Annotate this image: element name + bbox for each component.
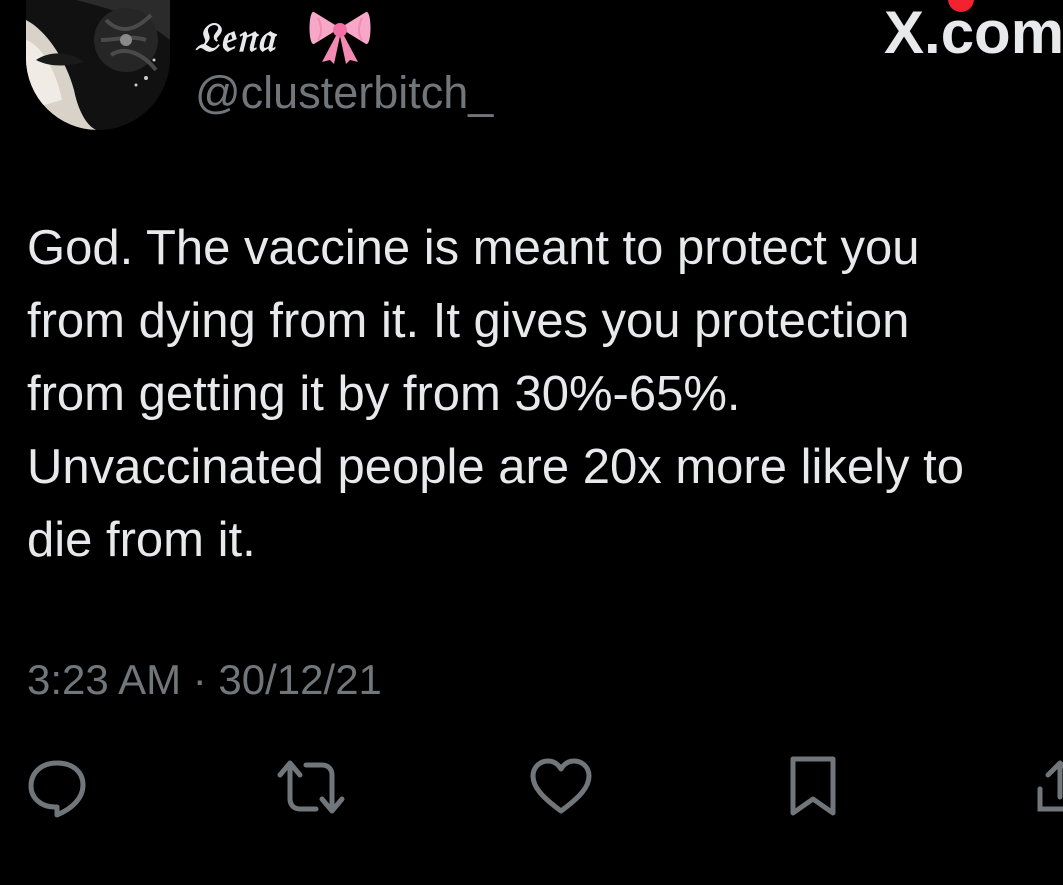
retweet-button[interactable]: [276, 752, 346, 822]
retweet-icon: [276, 755, 346, 819]
user-handle[interactable]: @clusterbitch_: [195, 64, 493, 122]
reply-icon: [25, 755, 89, 819]
like-icon: [528, 757, 594, 817]
bookmark-icon: [785, 755, 841, 819]
like-button[interactable]: [526, 752, 596, 822]
reply-button[interactable]: [22, 752, 92, 822]
tweet-text: God. The vaccine is meant to protect you…: [27, 221, 964, 567]
tweet-timestamp[interactable]: 3:23 AM · 30/12/21: [27, 650, 382, 710]
x-com-watermark: X.com: [884, 0, 1063, 66]
display-name[interactable]: 𝔏𝔢𝔫𝔞: [195, 8, 275, 68]
bookmark-button[interactable]: [778, 752, 848, 822]
share-icon: [1030, 755, 1063, 819]
avatar[interactable]: [26, 0, 170, 130]
pink-bow-icon: [308, 6, 372, 64]
share-button[interactable]: [1030, 752, 1063, 822]
